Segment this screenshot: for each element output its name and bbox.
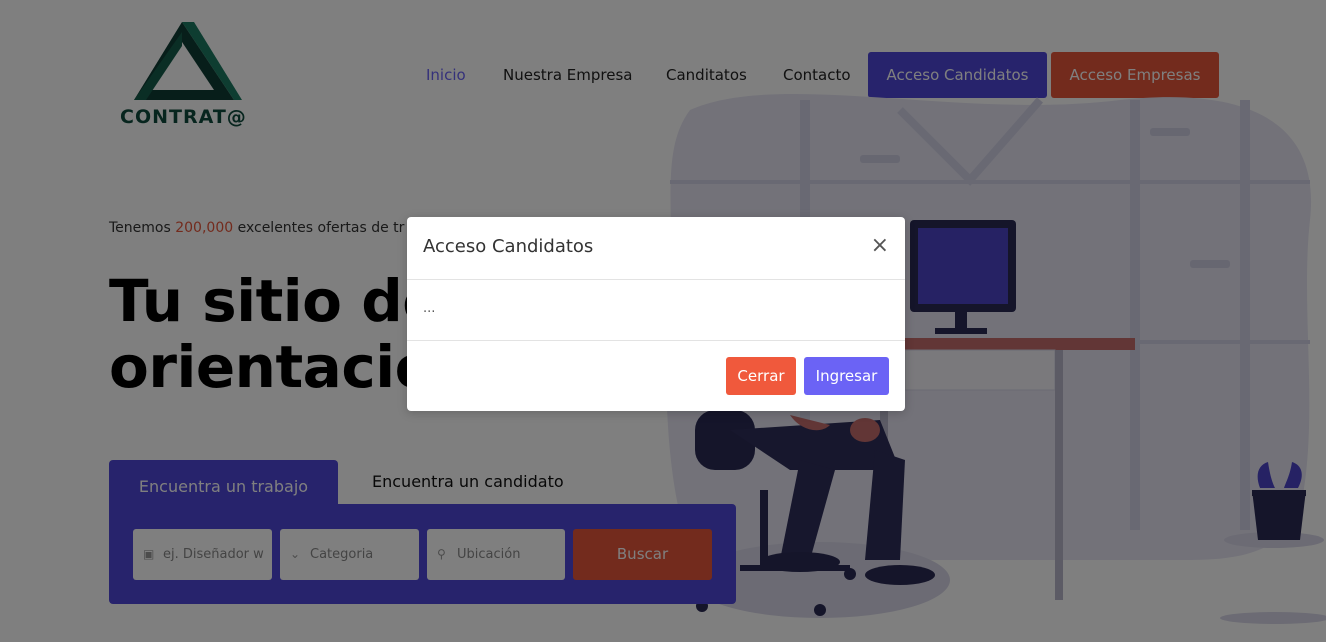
candidates-access-modal: Acceso Candidatos × ... Cerrar Ingresar bbox=[407, 217, 905, 411]
modal-title: Acceso Candidatos bbox=[423, 236, 594, 257]
close-icon[interactable]: × bbox=[871, 233, 889, 259]
modal-body: ... bbox=[423, 301, 436, 316]
modal-header: Acceso Candidatos × bbox=[407, 217, 905, 280]
login-button[interactable]: Ingresar bbox=[804, 357, 889, 395]
close-button[interactable]: Cerrar bbox=[726, 357, 796, 395]
modal-footer: Cerrar Ingresar bbox=[407, 340, 905, 411]
